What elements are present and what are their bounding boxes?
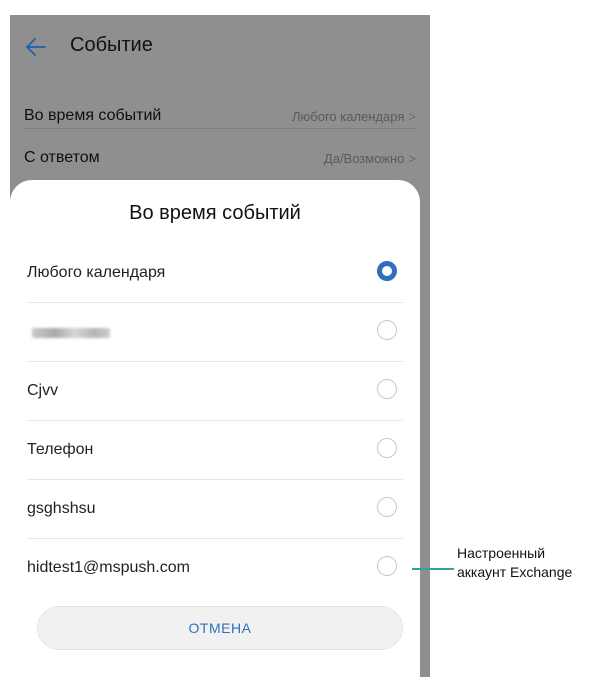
option-blurred-account[interactable] (10, 303, 420, 362)
callout-line (412, 568, 454, 570)
radio-icon[interactable] (377, 438, 397, 458)
option-label: Cjvv (27, 382, 59, 399)
option-phone[interactable]: Телефон (10, 421, 420, 480)
radio-icon[interactable] (377, 379, 397, 399)
option-any-calendar[interactable]: Любого календаря (10, 244, 420, 303)
option-cjvv[interactable]: Cjvv (10, 362, 420, 421)
page-title: Событие (70, 34, 153, 56)
top-bar: Событие (10, 15, 430, 77)
chevron-right-icon: > (408, 150, 416, 166)
option-label: gsghshsu (27, 500, 96, 517)
option-label: Телефон (27, 441, 94, 458)
setting-value: Любого календаря > (292, 108, 416, 124)
option-exchange-account[interactable]: hidtest1@mspush.com (10, 539, 420, 598)
setting-label: С ответом (24, 149, 100, 166)
radio-icon[interactable] (377, 320, 397, 340)
selection-dialog: Во время событий Любого календаря Cjvv Т… (10, 180, 420, 677)
arrow-left-icon (26, 38, 46, 56)
setting-value: Да/Возможно > (323, 150, 416, 166)
radio-icon[interactable] (377, 497, 397, 517)
callout-line-2: аккаунт Exchange (457, 564, 573, 580)
radio-selected-icon[interactable] (377, 261, 397, 281)
divider (24, 128, 416, 129)
blurred-account-name (32, 328, 110, 338)
setting-label: Во время событий (24, 107, 162, 124)
chevron-right-icon: > (408, 108, 416, 124)
dialog-title: Во время событий (129, 202, 301, 224)
callout-annotation: Настроенный аккаунт Exchange (457, 544, 572, 582)
callout-line-1: Настроенный (457, 545, 546, 561)
back-button[interactable] (22, 33, 50, 61)
option-gsghshsu[interactable]: gsghshsu (10, 480, 420, 539)
phone-screen: Событие Во время событий Любого календар… (10, 15, 430, 677)
setting-row-with-response[interactable]: С ответом Да/Возможно > (10, 133, 430, 183)
option-label: Любого календаря (27, 264, 166, 281)
option-label: hidtest1@mspush.com (27, 559, 190, 576)
cancel-button[interactable]: ОТМЕНА (37, 606, 403, 650)
radio-icon[interactable] (377, 556, 397, 576)
